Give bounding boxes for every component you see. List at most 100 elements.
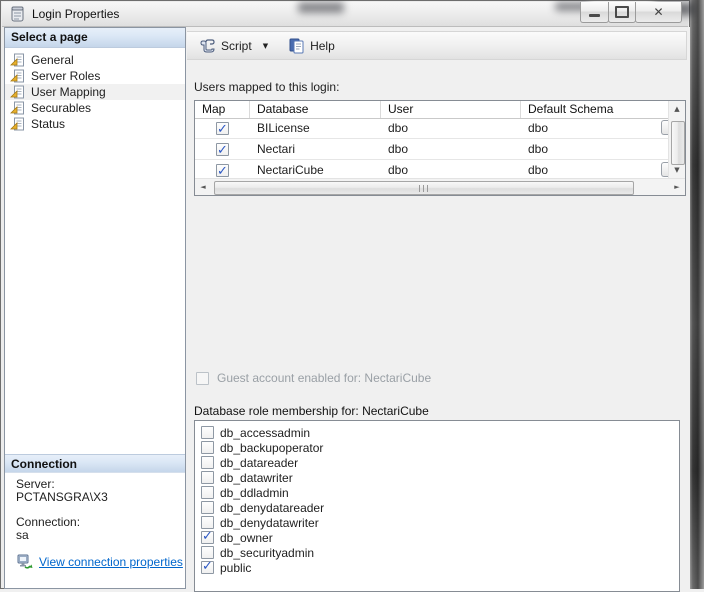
minimize-button[interactable] bbox=[580, 2, 609, 23]
check-icon: ✓ bbox=[217, 141, 228, 161]
horizontal-scroll-thumb[interactable] bbox=[214, 181, 634, 195]
role-item[interactable]: ✓ db_owner bbox=[195, 530, 679, 545]
check-icon: ✓ bbox=[217, 120, 228, 140]
help-icon bbox=[288, 38, 305, 54]
connection-info: Server: PCTANSGRA\X3 Connection: sa View… bbox=[16, 478, 183, 570]
column-header-map[interactable]: Map bbox=[195, 101, 250, 118]
page-icon bbox=[10, 69, 26, 83]
column-header-default-schema[interactable]: Default Schema bbox=[521, 101, 668, 118]
users-mapped-table: Map Database User Default Schema ✓ BILic… bbox=[194, 100, 686, 196]
user-cell: dbo bbox=[381, 160, 521, 180]
role-item[interactable]: ✓ db_datawriter bbox=[195, 470, 679, 485]
role-label: db_owner bbox=[220, 531, 273, 545]
sidebar-item-label: Server Roles bbox=[31, 69, 100, 83]
scroll-down-icon[interactable]: ▼ bbox=[669, 162, 685, 178]
minimize-icon bbox=[589, 14, 600, 17]
role-checkbox[interactable]: ✓ bbox=[201, 501, 214, 514]
sidebar-item-user-mapping[interactable]: User Mapping bbox=[5, 84, 185, 100]
view-connection-properties-link[interactable]: View connection properties bbox=[39, 556, 183, 569]
map-checkbox[interactable]: ✓ bbox=[216, 143, 229, 156]
map-checkbox[interactable]: ✓ bbox=[216, 164, 229, 177]
role-checkbox[interactable]: ✓ bbox=[201, 456, 214, 469]
role-item[interactable]: ✓ db_denydatareader bbox=[195, 500, 679, 515]
page-icon bbox=[10, 53, 26, 67]
table-vertical-scrollbar[interactable]: ▲ ▼ bbox=[668, 101, 685, 178]
role-checkbox[interactable]: ✓ bbox=[201, 471, 214, 484]
role-item[interactable]: ✓ db_datareader bbox=[195, 455, 679, 470]
scroll-grip-icon bbox=[419, 185, 430, 192]
user-cell: dbo bbox=[381, 139, 521, 159]
schema-browse-button[interactable] bbox=[661, 162, 668, 177]
role-label: db_datareader bbox=[220, 456, 298, 470]
background-app-strip bbox=[689, 0, 704, 589]
sidebar-item-server-roles[interactable]: Server Roles bbox=[5, 68, 185, 84]
table-horizontal-scrollbar[interactable]: ◄ ► bbox=[195, 178, 685, 195]
database-cell: BILicense bbox=[250, 118, 381, 138]
role-checkbox[interactable]: ✓ bbox=[201, 486, 214, 499]
check-icon: ✓ bbox=[202, 559, 213, 574]
default-schema-cell: dbo bbox=[521, 160, 668, 180]
database-cell: NectariCube bbox=[250, 160, 381, 180]
page-icon bbox=[10, 85, 26, 99]
sidebar-item-securables[interactable]: Securables bbox=[5, 100, 185, 116]
table-body: ✓ BILicense dbo dbo ✓ Nectari dbo dbo ✓ … bbox=[195, 118, 668, 178]
column-header-database[interactable]: Database bbox=[250, 101, 381, 118]
database-cell: Nectari bbox=[250, 139, 381, 159]
schema-browse-button[interactable] bbox=[661, 120, 668, 135]
page-icon bbox=[10, 101, 26, 115]
role-checkbox[interactable]: ✓ bbox=[201, 561, 214, 574]
scroll-up-icon[interactable]: ▲ bbox=[669, 101, 685, 117]
role-label: db_denydatawriter bbox=[220, 516, 319, 530]
role-label: db_datawriter bbox=[220, 471, 293, 485]
maximize-icon bbox=[615, 6, 629, 18]
map-checkbox[interactable]: ✓ bbox=[216, 122, 229, 135]
vertical-scroll-thumb[interactable] bbox=[671, 121, 685, 165]
titlebar[interactable]: Login Properties ✕ bbox=[2, 2, 688, 27]
help-button-label: Help bbox=[310, 39, 335, 53]
role-label: db_ddladmin bbox=[220, 486, 289, 500]
role-checkbox[interactable]: ✓ bbox=[201, 546, 214, 559]
role-checkbox[interactable]: ✓ bbox=[201, 531, 214, 544]
user-cell: dbo bbox=[381, 118, 521, 138]
users-mapped-label: Users mapped to this login: bbox=[194, 80, 339, 94]
page-list: General Server Roles User Mapping bbox=[5, 48, 185, 132]
sidebar-item-label: General bbox=[31, 53, 74, 67]
sidebar-item-status[interactable]: Status bbox=[5, 116, 185, 132]
close-button[interactable]: ✕ bbox=[635, 2, 682, 23]
table-row[interactable]: ✓ BILicense dbo dbo bbox=[195, 118, 668, 139]
connection-label: Connection: bbox=[16, 516, 183, 529]
role-checkbox[interactable]: ✓ bbox=[201, 441, 214, 454]
role-item[interactable]: ✓ public bbox=[195, 560, 679, 575]
role-item[interactable]: ✓ db_denydatawriter bbox=[195, 515, 679, 530]
table-row[interactable]: ✓ Nectari dbo dbo bbox=[195, 139, 668, 160]
role-checkbox[interactable]: ✓ bbox=[201, 516, 214, 529]
script-dropdown-icon[interactable]: ▼ bbox=[263, 42, 268, 50]
script-button[interactable]: Script ▼ bbox=[194, 36, 273, 56]
help-button[interactable]: Help bbox=[283, 36, 340, 56]
maximize-button[interactable] bbox=[608, 2, 636, 23]
role-item[interactable]: ✓ db_ddladmin bbox=[195, 485, 679, 500]
table-header: Map Database User Default Schema bbox=[195, 101, 668, 119]
default-schema-cell: dbo bbox=[521, 139, 668, 159]
server-value: PCTANSGRA\X3 bbox=[16, 491, 183, 504]
page-icon bbox=[10, 117, 26, 131]
column-header-user[interactable]: User bbox=[381, 101, 521, 118]
script-button-label: Script bbox=[221, 39, 252, 53]
default-schema-cell: dbo bbox=[521, 118, 668, 138]
role-item[interactable]: ✓ db_backupoperator bbox=[195, 440, 679, 455]
scroll-right-icon[interactable]: ► bbox=[669, 179, 685, 195]
main-panel: Script ▼ Help Users mapped to this login… bbox=[186, 27, 690, 589]
connection-value: sa bbox=[16, 529, 183, 542]
role-checkbox[interactable]: ✓ bbox=[201, 426, 214, 439]
role-item[interactable]: ✓ db_accessadmin bbox=[195, 425, 679, 440]
role-item[interactable]: ✓ db_securityadmin bbox=[195, 545, 679, 560]
sidebar-item-general[interactable]: General bbox=[5, 52, 185, 68]
close-icon: ✕ bbox=[653, 5, 663, 19]
titlebar-glass-smudge bbox=[298, 2, 344, 13]
scroll-left-icon[interactable]: ◄ bbox=[195, 179, 211, 195]
window-controls: ✕ bbox=[581, 2, 682, 23]
select-page-header: Select a page bbox=[5, 28, 185, 48]
script-icon bbox=[199, 38, 216, 54]
sidebar-item-label: User Mapping bbox=[31, 85, 106, 99]
role-label: db_denydatareader bbox=[220, 501, 324, 515]
